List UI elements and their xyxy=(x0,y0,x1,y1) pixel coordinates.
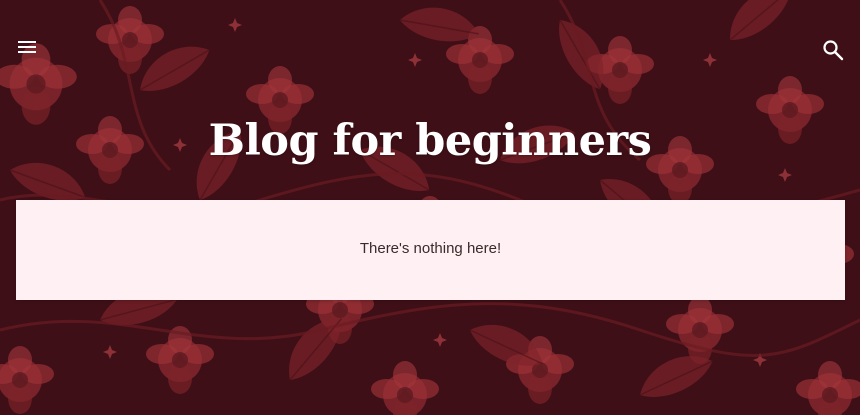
empty-message: There's nothing here! xyxy=(359,240,502,257)
search-icon xyxy=(823,40,844,61)
menu-icon xyxy=(18,41,36,53)
top-bar xyxy=(0,0,860,100)
search-button[interactable] xyxy=(822,39,844,61)
blog-title[interactable]: Blog for beginners xyxy=(0,112,860,170)
content-card: There's nothing here! xyxy=(16,200,845,300)
menu-button[interactable] xyxy=(16,38,40,58)
